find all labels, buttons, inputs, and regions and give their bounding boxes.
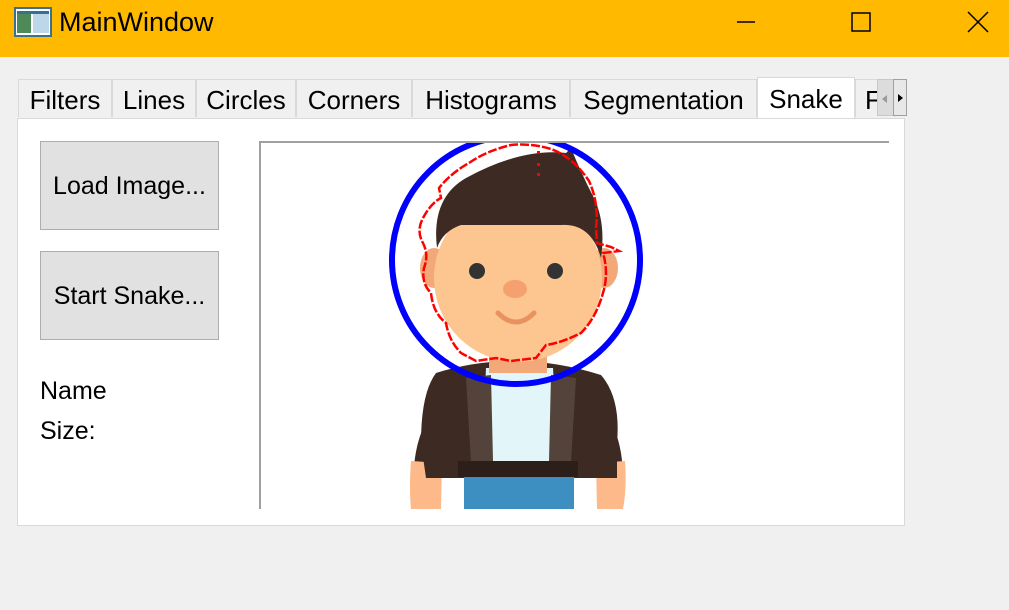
cartoon-boy [410, 148, 626, 509]
tab-scroll-right-button[interactable] [893, 79, 907, 116]
snake-tab-panel: Load Image... Start Snake... Name Size: [17, 118, 905, 526]
close-button[interactable] [945, 0, 1009, 45]
maximize-icon [851, 12, 871, 32]
tab-circles[interactable]: Circles [196, 79, 296, 117]
image-name-label: Name [40, 377, 107, 405]
tab-histograms[interactable]: Histograms [412, 79, 570, 117]
chevron-left-icon [882, 95, 887, 103]
tab-filters[interactable]: Filters [18, 79, 112, 117]
close-icon [967, 11, 989, 33]
tab-lines[interactable]: Lines [112, 79, 196, 117]
tab-snake[interactable]: Snake [757, 77, 855, 118]
snake-contour-dot [537, 163, 540, 166]
image-view[interactable] [259, 141, 889, 509]
tab-bar: Filters Lines Circles Corners Histograms… [18, 77, 908, 119]
minimize-icon [737, 21, 755, 23]
tab-corners[interactable]: Corners [296, 79, 412, 117]
snake-contour-dot [537, 151, 540, 154]
maximize-button[interactable] [828, 0, 892, 45]
minimize-button[interactable] [714, 0, 778, 45]
title-bar: MainWindow [0, 0, 1009, 57]
app-window-icon [14, 7, 52, 37]
tab-segmentation[interactable]: Segmentation [570, 79, 757, 117]
load-image-button[interactable]: Load Image... [40, 141, 219, 230]
chevron-right-icon [898, 94, 903, 102]
image-size-label: Size: [40, 417, 96, 445]
snake-result-image [389, 143, 643, 509]
snake-contour-dot [537, 173, 540, 176]
start-snake-button[interactable]: Start Snake... [40, 251, 219, 340]
window-title: MainWindow [59, 7, 214, 37]
